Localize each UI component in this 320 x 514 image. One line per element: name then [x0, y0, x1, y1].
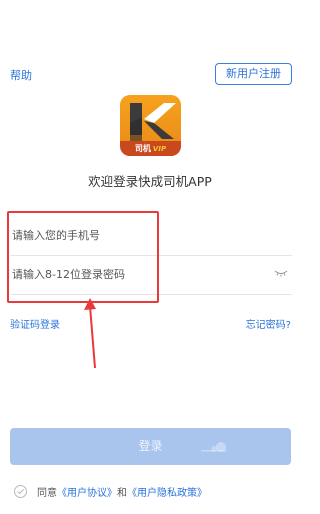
- forgot-password-link[interactable]: 忘记密码?: [246, 316, 291, 331]
- register-button[interactable]: 新用户注册: [215, 63, 292, 85]
- agree-checkbox[interactable]: [14, 485, 27, 498]
- logo-band-text: 司机: [134, 144, 151, 153]
- agreement-row: 同意 《用户协议》 和 《用户隐私政策》: [14, 484, 207, 499]
- annotation-highlight-box: [7, 211, 159, 303]
- welcome-title: 欢迎登录快成司机APP: [88, 174, 212, 189]
- decorative-cloud-icon: [201, 442, 227, 452]
- logo-vip-text: VIP: [152, 144, 167, 153]
- agreement-prefix: 同意: [37, 488, 57, 499]
- help-link[interactable]: 帮助: [10, 67, 32, 83]
- sms-login-link[interactable]: 验证码登录: [10, 316, 60, 331]
- logo-band: 司机 VIP: [120, 141, 181, 156]
- user-agreement-link[interactable]: 《用户协议》: [57, 484, 117, 499]
- login-button[interactable]: 登录: [10, 428, 291, 465]
- annotation-arrow-icon: [84, 298, 96, 369]
- login-button-label: 登录: [138, 439, 163, 453]
- privacy-policy-link[interactable]: 《用户隐私政策》: [127, 484, 207, 499]
- eye-closed-icon[interactable]: [274, 269, 288, 277]
- app-logo: 司机 VIP: [120, 95, 181, 156]
- check-icon: [17, 489, 24, 494]
- agreement-and: 和: [117, 488, 127, 499]
